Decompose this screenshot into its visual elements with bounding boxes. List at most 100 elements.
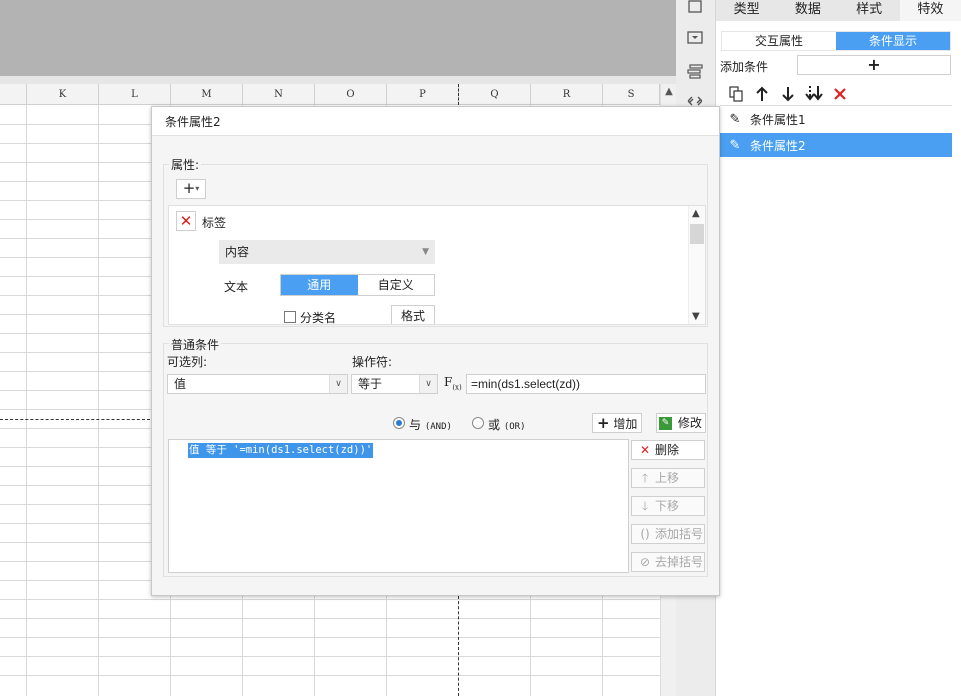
add-attribute-button[interactable]: +▾ (176, 179, 206, 199)
text-mode-toggle: 通用 自定义 (280, 274, 435, 296)
column-select[interactable]: 值 ∨ (167, 374, 348, 394)
content-select[interactable]: 内容 ▼ (219, 240, 435, 264)
subtab-conditional-display[interactable]: 条件显示 (836, 32, 950, 50)
attributes-group-label: 属性: (169, 156, 202, 173)
row-header-corner[interactable] (0, 84, 27, 105)
column-header-s[interactable]: S (603, 84, 660, 105)
or-label-text: 或 (488, 418, 501, 432)
scroll-up-arrow-icon[interactable]: ▲ (663, 86, 675, 98)
dialog-title: 条件属性2 (152, 107, 719, 136)
panel-tabs: 类型 数据 样式 特效 (716, 0, 961, 21)
tab-data[interactable]: 数据 (777, 0, 838, 21)
add-condition-button[interactable]: + (797, 55, 951, 75)
scroll-down-arrow-icon[interactable]: ▼ (692, 311, 700, 322)
grid-line (26, 105, 27, 696)
condition-row-selected[interactable]: 值 等于 '=min(ds1.select(zd))' (188, 443, 374, 458)
operator-label: 操作符: (352, 355, 393, 369)
plus-icon: + (597, 414, 610, 432)
delete-condition-icon[interactable] (830, 84, 850, 104)
chevron-down-icon: ∨ (419, 375, 437, 393)
column-header-q[interactable]: Q (459, 84, 531, 105)
cell-element-icon[interactable] (686, 0, 704, 16)
add-condition-label: 添加条件 (720, 60, 769, 74)
add-attribute-label: + (182, 179, 196, 197)
sheet-spacer (0, 76, 676, 84)
edit-pencil-icon: ✎ (729, 137, 741, 153)
and-label-text: 与 (409, 418, 422, 432)
formula-input[interactable]: =min(ds1.select(zd)) (466, 374, 706, 394)
modify-condition-button[interactable]: ✎ 修改 (656, 413, 706, 433)
or-radio[interactable] (472, 417, 484, 429)
modify-icon: ✎ (659, 417, 672, 430)
column-header-k[interactable]: K (27, 84, 99, 105)
content-select-value: 内容 (225, 245, 250, 259)
column-header-r[interactable]: R (531, 84, 603, 105)
column-header-n[interactable]: N (243, 84, 315, 105)
and-radio-label[interactable]: 与 (AND) (409, 416, 452, 433)
remove-bracket-label: 去掉括号 (655, 555, 704, 569)
column-header-p[interactable]: P (387, 84, 459, 105)
effect-subtabs: 交互属性 条件显示 (721, 31, 951, 51)
text-mode-custom[interactable]: 自定义 (357, 275, 434, 295)
remove-bracket-button[interactable]: ⊘ 去掉括号 (631, 552, 705, 572)
attribute-list: ✕ 标签 内容 ▼ 文本 通用 自定义 分类名 格式 ▲ ▼ (168, 205, 706, 325)
column-select-label: 可选列: (167, 355, 208, 369)
normal-condition-label: 普通条件 (169, 336, 222, 353)
condition-properties-dialog: 条件属性2 属性: +▾ ✕ 标签 内容 ▼ 文本 通用 自定义 分类名 格式 … (151, 106, 720, 596)
and-radio[interactable] (393, 417, 405, 429)
subtab-interaction[interactable]: 交互属性 (722, 32, 836, 50)
formula-fx-icon[interactable]: F(x) (444, 375, 462, 391)
move-down-row-button[interactable]: 🡓 下移 (631, 496, 705, 516)
condition-list-item-1[interactable]: ✎ 条件属性1 (720, 107, 952, 131)
arrow-up-icon: 🡑 (641, 471, 649, 485)
column-header-m[interactable]: M (171, 84, 243, 105)
grid-line (0, 599, 660, 600)
operator-select-value: 等于 (358, 377, 383, 391)
remove-attribute-button[interactable]: ✕ (176, 211, 196, 231)
condition-list-item-2[interactable]: ✎ 条件属性2 (720, 133, 952, 157)
scroll-thumb[interactable] (690, 224, 704, 244)
attribute-scrollbar[interactable]: ▲ ▼ (688, 206, 705, 324)
grid-line (0, 618, 660, 619)
scroll-up-arrow-icon[interactable]: ▲ (692, 208, 700, 219)
add-bracket-label: 添加括号 (655, 527, 704, 541)
text-mode-general[interactable]: 通用 (281, 275, 358, 295)
grid-line (0, 675, 660, 676)
condition-rows-list[interactable]: 值 等于 '=min(ds1.select(zd))' (168, 439, 629, 573)
move-down-icon[interactable] (778, 84, 798, 104)
text-option-label: 文本 (224, 280, 249, 294)
category-name-checkbox[interactable] (284, 311, 296, 323)
delete-x-icon: ✕ (639, 443, 651, 457)
attribute-tag-label: 标签 (202, 216, 227, 230)
chevron-down-icon: ▼ (422, 247, 429, 257)
right-properties-panel: 类型 数据 样式 特效 交互属性 条件显示 添加条件 + ✎ 条件属性1 ✎ 条… (716, 0, 961, 696)
format-button[interactable]: 格式 (391, 305, 435, 324)
delete-row-button[interactable]: ✕ 删除 (631, 440, 705, 460)
add-bracket-button[interactable]: () 添加括号 (631, 524, 705, 544)
add-condition-row-button[interactable]: + 增加 (592, 413, 642, 433)
widget-settings-icon[interactable] (686, 30, 704, 46)
operator-select[interactable]: 等于 ∨ (351, 374, 438, 394)
column-header-o[interactable]: O (315, 84, 387, 105)
column-select-value: 值 (174, 377, 187, 391)
condition-item-label: 条件属性1 (750, 112, 806, 127)
column-header-l[interactable]: L (99, 84, 171, 105)
tab-effects[interactable]: 特效 (899, 0, 961, 21)
page-break-line (0, 419, 150, 420)
or-radio-label[interactable]: 或 (OR) (488, 416, 526, 433)
move-up-icon[interactable] (752, 84, 772, 104)
tab-style[interactable]: 样式 (839, 0, 900, 21)
page-break-line (458, 84, 459, 105)
layout-stack-icon[interactable] (686, 63, 704, 79)
copy-icon[interactable] (726, 84, 746, 104)
grid-line (98, 105, 99, 696)
move-up-label: 上移 (655, 471, 680, 485)
edit-pencil-icon: ✎ (729, 111, 741, 127)
tab-type[interactable]: 类型 (716, 0, 777, 21)
condition-item-label: 条件属性2 (750, 138, 806, 153)
move-up-row-button[interactable]: 🡑 上移 (631, 468, 705, 488)
move-bottom-icon[interactable] (804, 84, 824, 104)
condition-toolbar (720, 82, 952, 106)
modify-button-label: 修改 (677, 416, 702, 430)
grid-line (0, 656, 660, 657)
